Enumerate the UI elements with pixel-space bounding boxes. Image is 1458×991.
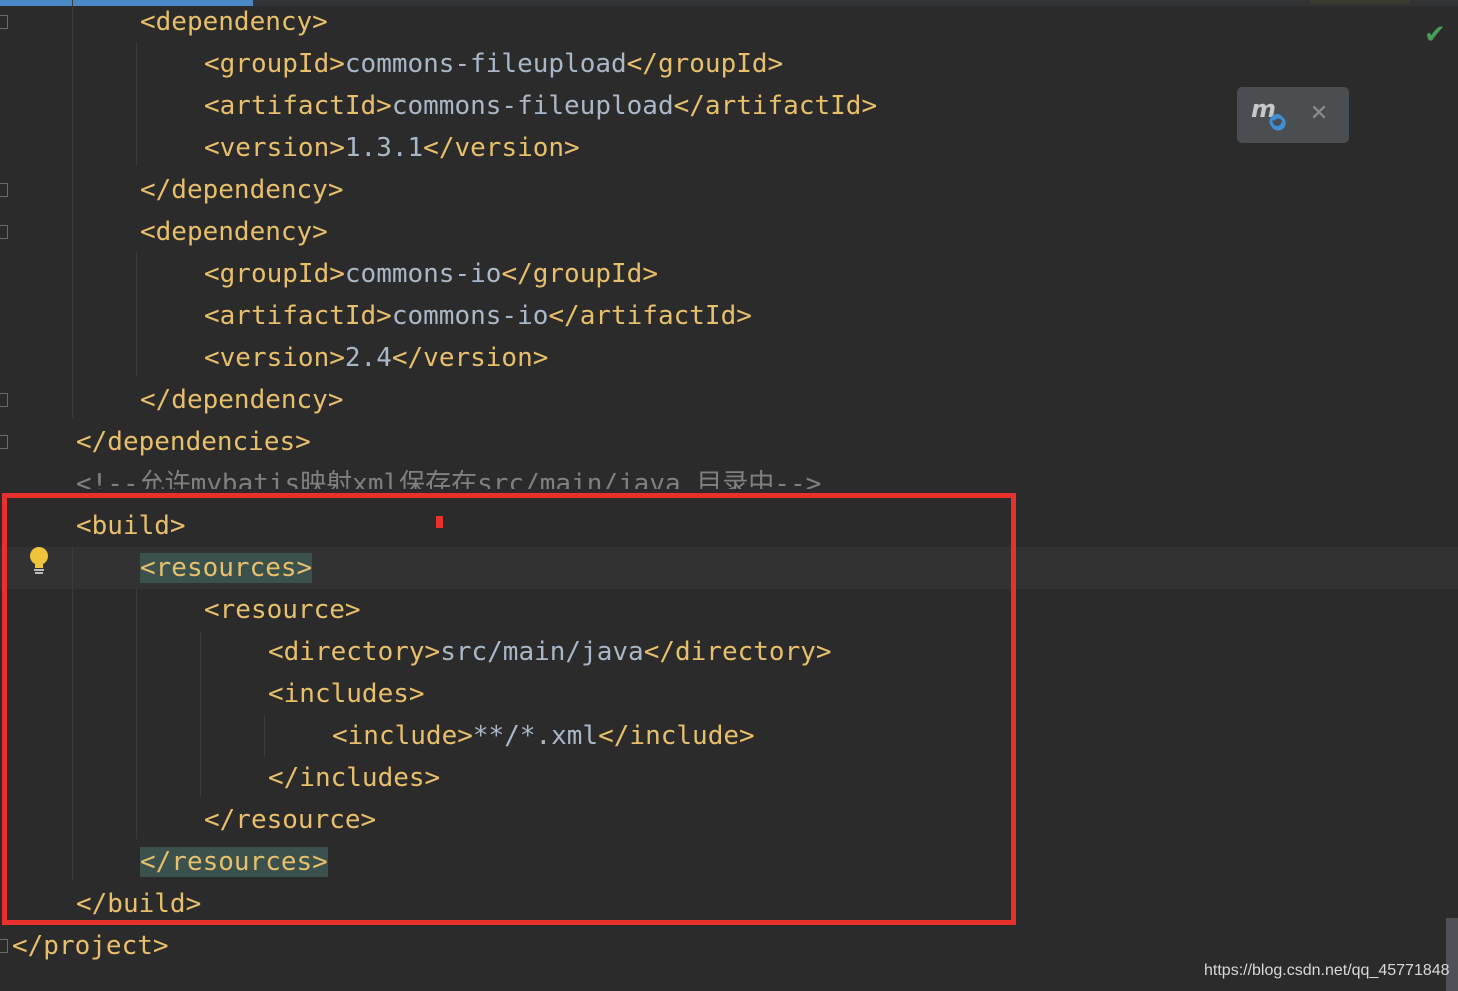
xml-tag-token: <version>	[204, 133, 345, 163]
fold-marker-icon[interactable]	[0, 183, 8, 197]
xml-tag-token: <artifactId>	[204, 301, 392, 331]
indent-guide	[72, 0, 73, 418]
fold-marker-icon[interactable]	[0, 939, 8, 953]
indent-guide	[136, 252, 137, 376]
xml-tag-token: </dependencies>	[76, 427, 311, 457]
xml-value-token: 1.3.1	[344, 133, 424, 163]
xml-tag-token: </groupId>	[626, 49, 784, 79]
xml-tag-token: </dependency>	[140, 385, 344, 415]
indent-guide	[136, 42, 137, 166]
code-line[interactable]: <dependency>	[140, 1, 328, 43]
code-line[interactable]: </project>	[12, 925, 169, 967]
xml-tag-token: <artifactId>	[204, 91, 392, 121]
code-line[interactable]: <groupId>commons-io</groupId>	[204, 253, 658, 295]
code-line[interactable]: </dependency>	[140, 169, 344, 211]
watermark-text: https://blog.csdn.net/qq_45771848	[1204, 962, 1450, 979]
fold-marker-icon[interactable]	[0, 15, 8, 29]
xml-tag-token: </dependency>	[140, 175, 344, 205]
xml-tag-token: <version>	[204, 343, 345, 373]
code-line[interactable]: <dependency>	[140, 211, 328, 253]
fold-marker-icon[interactable]	[0, 393, 8, 407]
xml-tag-token: <groupId>	[204, 49, 345, 79]
xml-tag-token: </groupId>	[501, 259, 658, 289]
xml-value-token: commons-io	[344, 259, 502, 289]
code-line[interactable]: <version>1.3.1</version>	[204, 127, 580, 169]
scroll-marker	[1310, 0, 1410, 4]
vertical-scrollbar-thumb[interactable]	[1446, 918, 1458, 991]
code-line[interactable]: <groupId>commons-fileupload</groupId>	[204, 43, 783, 85]
close-icon[interactable]: ✕	[1308, 97, 1330, 131]
code-line[interactable]: </dependency>	[140, 379, 344, 421]
xml-comment-token: <!--允许mybatis映射xml保存在src/main/java 目录中--…	[76, 469, 822, 489]
fold-marker-icon[interactable]	[0, 435, 8, 449]
check-icon[interactable]: ✔	[1424, 20, 1446, 50]
fold-marker-icon[interactable]	[0, 225, 8, 239]
xml-tag-token: <groupId>	[204, 259, 345, 289]
annotation-mark	[436, 516, 443, 528]
xml-value-token: commons-fileupload	[391, 91, 674, 121]
xml-tag-token: </artifactId>	[673, 91, 878, 121]
xml-value-token: 2.4	[344, 343, 392, 373]
xml-tag-token: </artifactId>	[548, 301, 752, 331]
code-line[interactable]: </dependencies>	[76, 421, 311, 463]
code-line-comment[interactable]: <!--允许mybatis映射xml保存在src/main/java 目录中--…	[76, 463, 821, 489]
code-line[interactable]: <artifactId>commons-io</artifactId>	[204, 295, 752, 337]
xml-value-token: commons-fileupload	[344, 49, 627, 79]
xml-tag-token: </version>	[391, 343, 549, 373]
maven-reload-icon[interactable]: m	[1249, 93, 1289, 133]
maven-reload-popup: m ✕	[1237, 87, 1349, 143]
xml-value-token: commons-io	[391, 301, 549, 331]
annotation-highlight-box	[2, 493, 1016, 925]
code-line[interactable]: <version>2.4</version>	[204, 337, 548, 379]
xml-tag-token: <dependency>	[140, 217, 328, 247]
xml-tag-token: <dependency>	[140, 7, 328, 37]
lightbulb-icon[interactable]	[27, 546, 51, 576]
code-line[interactable]: <artifactId>commons-fileupload</artifact…	[204, 85, 877, 127]
xml-tag-token: </version>	[423, 133, 580, 163]
xml-tag-token: </project>	[12, 931, 169, 961]
